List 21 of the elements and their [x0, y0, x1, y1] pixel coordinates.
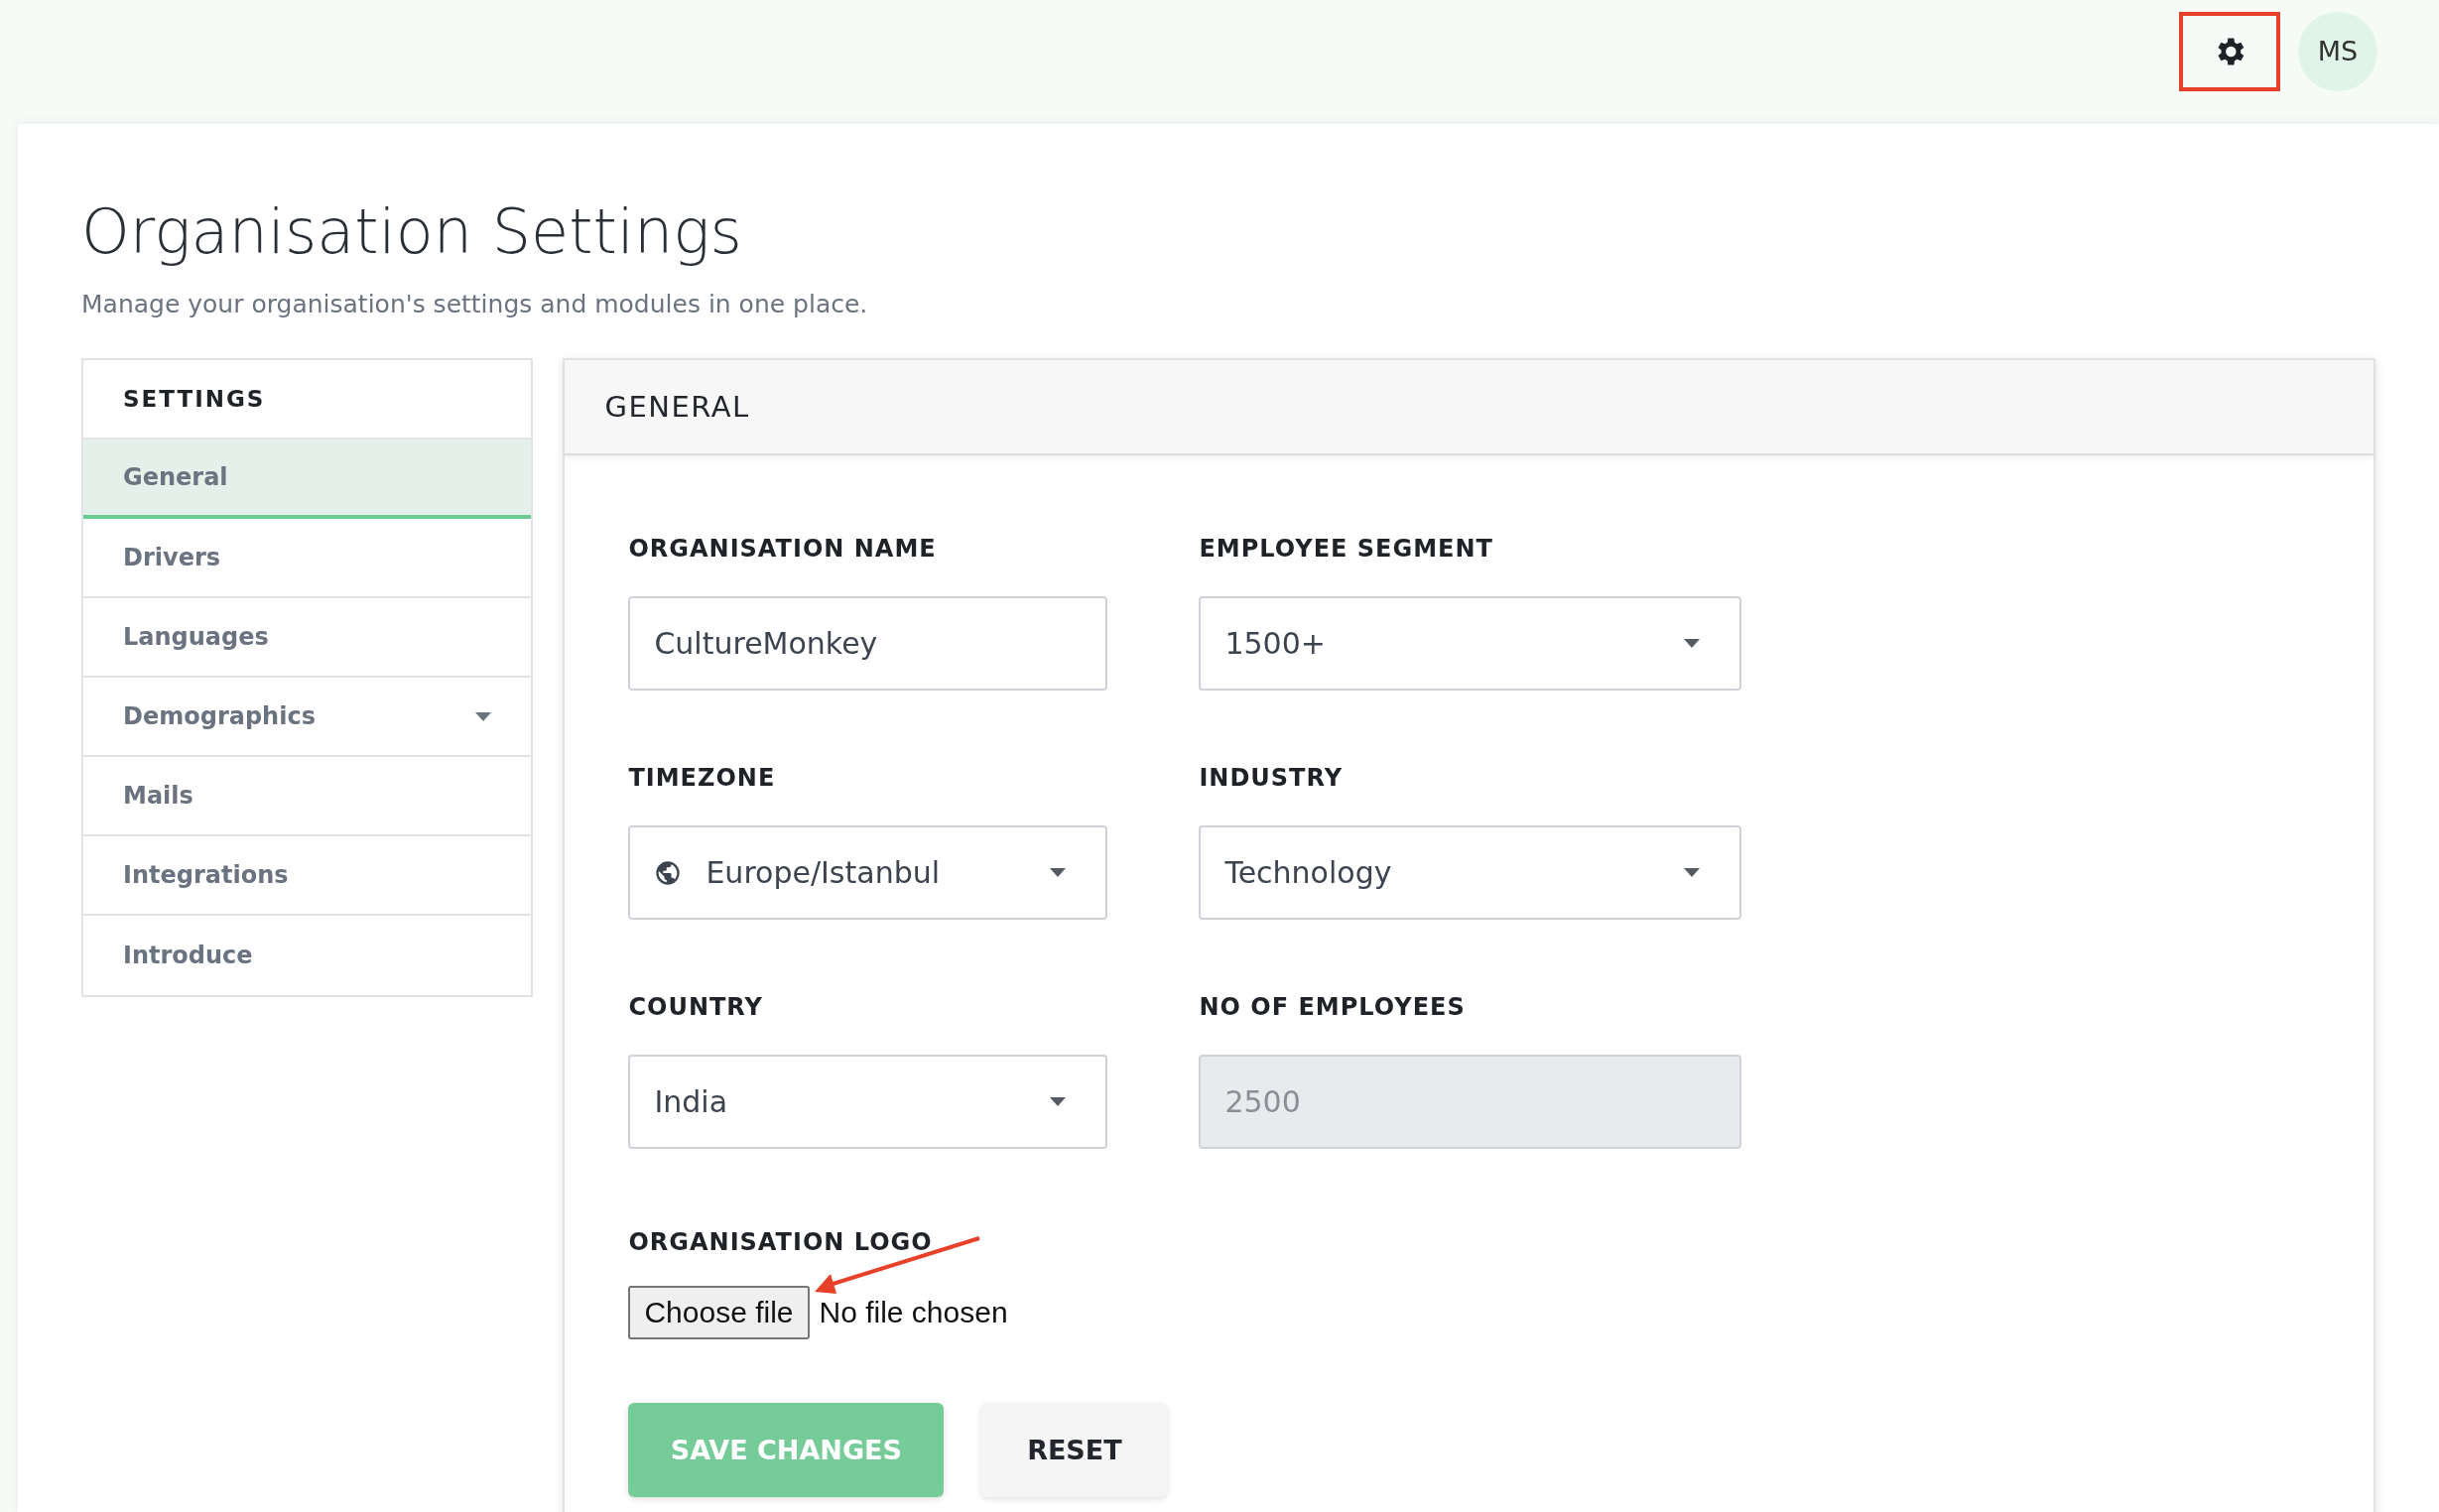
panel-title: GENERAL [604, 390, 750, 424]
dropdown[interactable]: 1500+ [1199, 596, 1742, 691]
sidebar-item[interactable]: General [83, 440, 532, 519]
field-label: ORGANISATION NAME [628, 535, 938, 563]
field-label: COUNTRY [628, 993, 764, 1021]
user-avatar[interactable]: MS [2298, 11, 2377, 91]
dropdown[interactable]: India [628, 1055, 1108, 1149]
file-status: No file chosen [819, 1296, 1008, 1329]
page-title: Organisation Settings [81, 195, 743, 268]
reset-button[interactable]: RESET [981, 1403, 1168, 1497]
page-subtitle: Manage your organisation's settings and modules in one place. [81, 290, 869, 318]
field-label: TIMEZONE [628, 764, 777, 792]
field-label: NO OF EMPLOYEES [1199, 993, 1467, 1021]
text-input[interactable]: CultureMonkey [628, 596, 1108, 691]
field-label: INDUSTRY [1199, 764, 1345, 792]
timezone-dropdown[interactable]: Europe/Istanbul [628, 825, 1108, 920]
choose-file-button[interactable]: Choose file [628, 1286, 810, 1339]
field-label: EMPLOYEE SEGMENT [1199, 535, 1494, 563]
sidebar-heading: SETTINGS [123, 386, 266, 412]
dropdown[interactable]: Technology [1199, 825, 1742, 920]
field-label: ORGANISATION LOGO [628, 1228, 934, 1256]
